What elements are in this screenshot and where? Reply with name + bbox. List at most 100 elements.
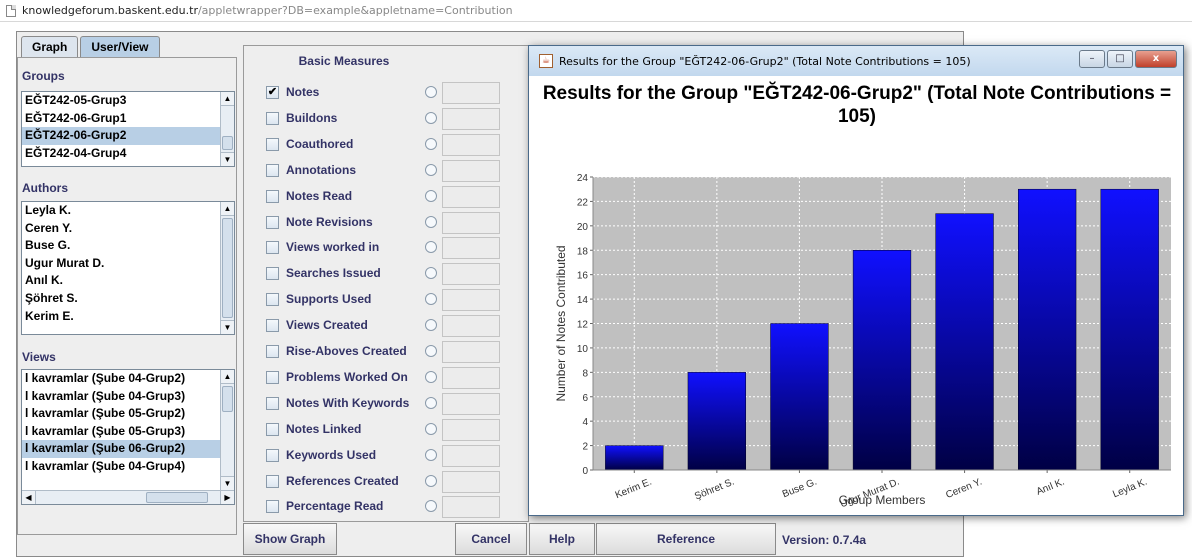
measure-checkbox[interactable] xyxy=(266,241,279,255)
measure-value-field[interactable] xyxy=(442,392,500,415)
measure-value-field[interactable] xyxy=(442,133,500,156)
measure-checkbox[interactable] xyxy=(266,422,279,436)
measure-radio[interactable] xyxy=(425,215,437,228)
tab-graph[interactable]: Graph xyxy=(21,36,79,58)
measure-checkbox[interactable]: ✔ xyxy=(266,86,279,99)
measure-value-field[interactable] xyxy=(442,315,500,338)
scroll-thumb[interactable] xyxy=(222,136,233,150)
scroll-up-icon[interactable]: ▲ xyxy=(221,370,234,384)
groups-list-item[interactable]: EĞT242-04-Grup4 xyxy=(22,145,220,163)
views-list-item[interactable]: l kavramlar (Şube 05-Grup3) xyxy=(22,423,220,441)
authors-list-item[interactable]: Şöhret S. xyxy=(22,290,220,308)
groups-list[interactable]: EĞT242-05-Grup3 EĞT242-06-Grup1 EĞT242-06-… xyxy=(21,91,235,167)
maximize-icon[interactable]: □ xyxy=(1107,50,1133,68)
close-icon[interactable]: x xyxy=(1135,50,1177,68)
scroll-thumb[interactable] xyxy=(222,218,233,318)
scroll-right-icon[interactable]: ▶ xyxy=(220,491,234,504)
scroll-left-icon[interactable]: ◀ xyxy=(22,491,36,504)
measure-value-field[interactable] xyxy=(442,341,500,363)
scroll-thumb[interactable] xyxy=(146,492,208,503)
measure-value-field[interactable] xyxy=(442,444,500,467)
views-list-item[interactable]: l kavramlar (Şube 06-Grup2) xyxy=(22,440,220,458)
authors-scrollbar[interactable]: ▲ ▼ xyxy=(220,202,234,334)
measure-value-field[interactable] xyxy=(442,237,500,260)
groups-list-item[interactable]: EĞT242-06-Grup2 xyxy=(22,127,220,145)
measure-checkbox[interactable] xyxy=(266,319,279,333)
tab-user-view[interactable]: User/View xyxy=(80,36,160,58)
show-graph-button[interactable]: Show Graph xyxy=(243,523,337,555)
views-list-item[interactable]: l kavramlar (Şube 04-Grup2) xyxy=(22,370,220,388)
groups-list-item[interactable]: EĞT242-06-Grup1 xyxy=(22,110,220,128)
minimize-icon[interactable]: – xyxy=(1079,50,1105,68)
measure-checkbox[interactable] xyxy=(266,345,279,358)
measure-checkbox[interactable] xyxy=(266,500,279,514)
measure-radio[interactable] xyxy=(425,267,437,280)
scroll-up-icon[interactable]: ▲ xyxy=(221,202,234,216)
authors-list[interactable]: Leyla K. Ceren Y. Buse G. Ugur Murat D. Anıl… xyxy=(21,201,235,335)
measure-checkbox[interactable] xyxy=(266,189,279,203)
measure-radio[interactable] xyxy=(425,293,437,306)
scroll-down-icon[interactable]: ▼ xyxy=(221,320,234,334)
authors-list-item[interactable]: Ugur Murat D. xyxy=(22,255,220,273)
scroll-down-icon[interactable]: ▼ xyxy=(221,152,234,166)
measure-value-field[interactable] xyxy=(442,289,500,312)
measure-value-field[interactable] xyxy=(442,263,500,286)
measure-checkbox[interactable] xyxy=(266,111,279,125)
measure-checkbox[interactable] xyxy=(266,396,279,410)
scroll-up-icon[interactable]: ▲ xyxy=(221,92,234,106)
authors-list-item[interactable]: Kerim E. xyxy=(22,308,220,326)
measure-radio[interactable] xyxy=(425,111,437,124)
measure-radio[interactable] xyxy=(425,241,437,254)
authors-list-item[interactable]: Anıl K. xyxy=(22,272,220,290)
measure-radio[interactable] xyxy=(425,370,437,383)
authors-list-item[interactable]: Ceren Y. xyxy=(22,220,220,238)
measure-value-field[interactable] xyxy=(442,82,500,104)
measure-checkbox[interactable] xyxy=(266,137,279,151)
scroll-down-icon[interactable]: ▼ xyxy=(221,476,234,490)
authors-list-item[interactable]: Leyla K. xyxy=(22,202,220,220)
measure-checkbox[interactable] xyxy=(266,293,279,307)
measure-checkbox[interactable] xyxy=(266,215,279,229)
views-hscrollbar[interactable]: ◀ ▶ xyxy=(22,490,234,504)
reference-button[interactable]: Reference xyxy=(596,523,776,555)
measure-radio[interactable] xyxy=(425,448,437,461)
measure-radio[interactable] xyxy=(425,474,437,487)
measure-label: Notes xyxy=(286,85,320,99)
measure-radio[interactable] xyxy=(425,189,437,202)
cancel-button[interactable]: Cancel xyxy=(455,523,527,555)
measure-radio[interactable] xyxy=(425,345,437,357)
measure-checkbox[interactable] xyxy=(266,163,279,177)
views-list-item[interactable]: l kavramlar (Şube 04-Grup4) xyxy=(22,458,220,476)
url-path: /appletwrapper?DB=example&appletname=Con… xyxy=(197,4,513,17)
groups-list-item[interactable]: EĞT242-05-Grup3 xyxy=(22,92,220,110)
measure-checkbox[interactable] xyxy=(266,474,279,488)
views-list[interactable]: l kavramlar (Şube 04-Grup2) l kavramlar (… xyxy=(21,369,235,505)
measure-value-field[interactable] xyxy=(442,211,500,234)
views-list-item[interactable]: l kavramlar (Şube 04-Grup3) xyxy=(22,388,220,406)
measure-checkbox[interactable] xyxy=(266,448,279,462)
views-list-item[interactable]: l kavramlar (Şube 05-Grup2) xyxy=(22,405,220,423)
measure-value-field[interactable] xyxy=(442,496,500,519)
address-bar[interactable]: knowledgeforum.baskent.edu.tr/appletwrap… xyxy=(0,0,1192,22)
measure-radio[interactable] xyxy=(425,319,437,332)
measure-checkbox[interactable] xyxy=(266,370,279,384)
measure-value-field[interactable] xyxy=(442,107,500,130)
scroll-thumb[interactable] xyxy=(222,386,233,412)
measure-radio[interactable] xyxy=(425,137,437,150)
measure-checkbox[interactable] xyxy=(266,267,279,281)
measure-radio[interactable] xyxy=(425,396,437,409)
measure-value-field[interactable] xyxy=(442,470,500,493)
authors-list-item[interactable]: Buse G. xyxy=(22,237,220,255)
groups-scrollbar[interactable]: ▲ ▼ xyxy=(220,92,234,166)
views-scrollbar[interactable]: ▲ ▼ xyxy=(220,370,234,490)
measure-radio[interactable] xyxy=(425,422,437,435)
measure-value-field[interactable] xyxy=(442,418,500,441)
measure-value-field[interactable] xyxy=(442,159,500,182)
measure-radio[interactable] xyxy=(425,86,437,98)
measure-radio[interactable] xyxy=(425,500,437,513)
measure-value-field[interactable] xyxy=(442,366,500,389)
measure-radio[interactable] xyxy=(425,163,437,176)
help-button[interactable]: Help xyxy=(529,523,595,555)
results-titlebar[interactable]: ☕ Results for the Group "EĞT242-06-Grup2… xyxy=(529,46,1183,76)
measure-value-field[interactable] xyxy=(442,185,500,208)
